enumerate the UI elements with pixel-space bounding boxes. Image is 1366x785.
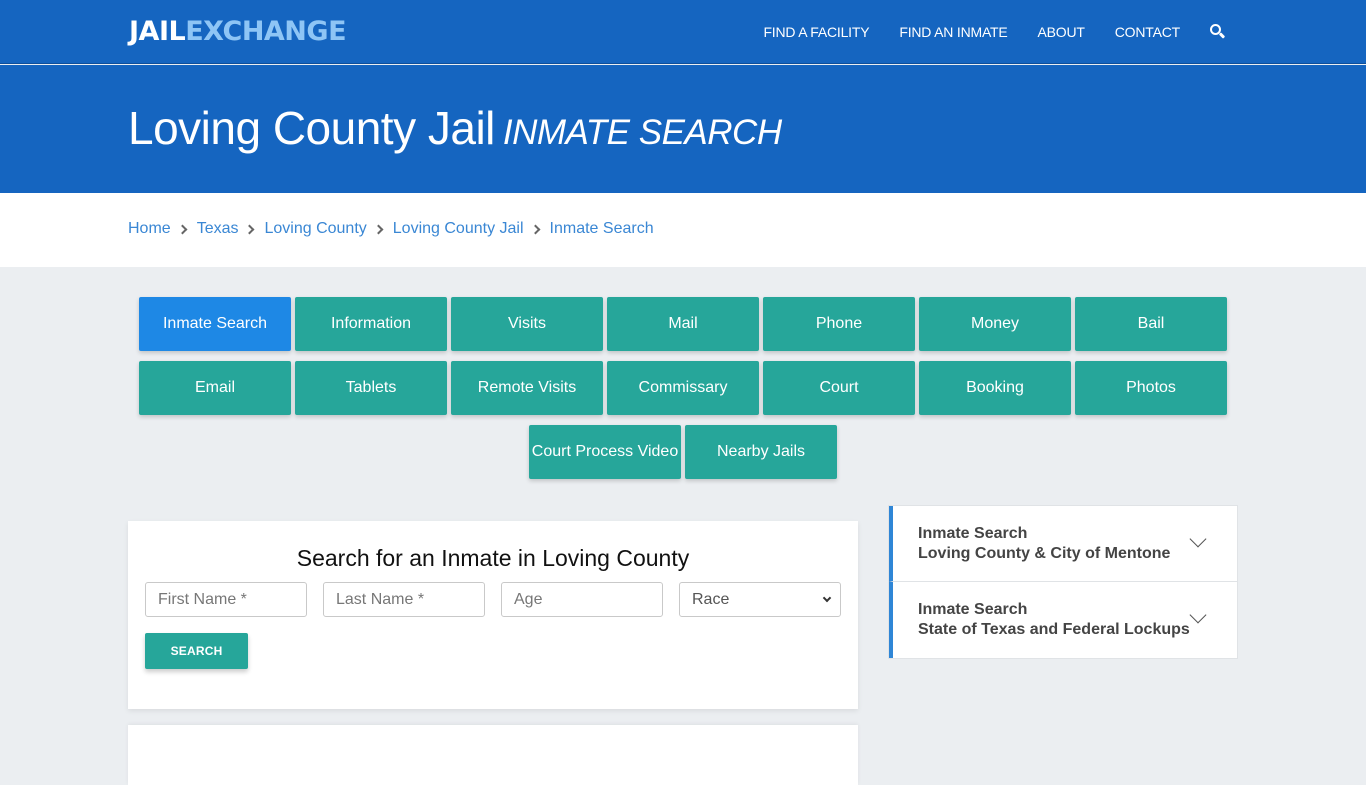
tab-photos[interactable]: Photos bbox=[1075, 361, 1227, 415]
tab-commissary[interactable]: Commissary bbox=[607, 361, 759, 415]
search-heading: Search for an Inmate in Loving County bbox=[296, 545, 690, 571]
tab-tablets[interactable]: Tablets bbox=[295, 361, 447, 415]
inmate-search-card: Search for an Inmate in Loving County Fi… bbox=[128, 521, 858, 709]
breadcrumb-bar: Home Texas Loving County Loving County J… bbox=[0, 193, 1366, 267]
tab-phone[interactable]: Phone bbox=[763, 297, 915, 351]
chevron-down-icon[interactable] bbox=[1189, 606, 1207, 624]
hero-banner: Loving County Jail INMATE SEARCH bbox=[0, 65, 1366, 193]
content-card bbox=[128, 725, 858, 785]
search-button[interactable]: SEARCH bbox=[145, 633, 248, 669]
tab-court[interactable]: Court bbox=[763, 361, 915, 415]
tab-remote-visits[interactable]: Remote Visits bbox=[451, 361, 603, 415]
tab-money[interactable]: Money bbox=[919, 297, 1071, 351]
tab-inmate-search[interactable]: Inmate Search bbox=[139, 297, 291, 351]
accordion-item-state-search[interactable]: Inmate Search State of Texas and Federal… bbox=[889, 582, 1237, 658]
tab-court-process-video[interactable]: Court Process Video bbox=[529, 425, 681, 479]
sidebar-accordion: Inmate Search Loving County & City of Me… bbox=[888, 505, 1238, 659]
race-select[interactable]: Race bbox=[679, 582, 841, 617]
chevron-down-icon bbox=[822, 593, 832, 603]
breadcrumb-texas[interactable]: Texas bbox=[197, 220, 239, 238]
nav-about[interactable]: ABOUT bbox=[1038, 24, 1085, 40]
breadcrumb-inmate-search[interactable]: Inmate Search bbox=[550, 220, 654, 238]
page-title-main: Loving County Jail bbox=[128, 102, 495, 154]
tab-nearby-jails[interactable]: Nearby Jails bbox=[685, 425, 837, 479]
accordion-item-subtitle: State of Texas and Federal Lockups bbox=[918, 621, 1190, 638]
chevron-right-icon bbox=[245, 224, 255, 234]
top-navbar: JAILEXCHANGE FIND A FACILITY FIND AN INM… bbox=[0, 0, 1366, 64]
tab-information[interactable]: Information bbox=[295, 297, 447, 351]
accordion-item-title: Inmate Search bbox=[918, 525, 1028, 542]
page-title-subtitle: INMATE SEARCH bbox=[502, 113, 782, 152]
logo-text-exchange: EXCHANGE bbox=[185, 16, 347, 47]
nav-contact[interactable]: CONTACT bbox=[1115, 24, 1180, 40]
breadcrumb: Home Texas Loving County Loving County J… bbox=[128, 220, 654, 238]
chevron-right-icon bbox=[177, 224, 188, 234]
breadcrumb-home[interactable]: Home bbox=[128, 220, 171, 238]
tab-email[interactable]: Email bbox=[139, 361, 291, 415]
nav-find-an-inmate[interactable]: FIND AN INMATE bbox=[899, 24, 1007, 40]
accordion-item-title: Inmate Search bbox=[918, 601, 1028, 618]
main-nav: FIND A FACILITY FIND AN INMATE ABOUT CON… bbox=[733, 0, 1226, 64]
race-select-value: Race bbox=[692, 590, 730, 608]
accordion-item-county-search[interactable]: Inmate Search Loving County & City of Me… bbox=[889, 506, 1237, 582]
logo-text-jail: JAIL bbox=[129, 16, 186, 47]
accordion-item-subtitle: Loving County & City of Mentone bbox=[918, 545, 1171, 562]
chevron-right-icon bbox=[530, 224, 540, 234]
nav-find-a-facility[interactable]: FIND A FACILITY bbox=[763, 24, 869, 40]
tab-visits[interactable]: Visits bbox=[451, 297, 603, 351]
last-name-input[interactable]: Last Name * bbox=[323, 582, 485, 617]
tab-booking[interactable]: Booking bbox=[919, 361, 1071, 415]
tab-bail[interactable]: Bail bbox=[1075, 297, 1227, 351]
breadcrumb-loving-county[interactable]: Loving County bbox=[264, 220, 366, 238]
age-input[interactable]: Age bbox=[501, 582, 663, 617]
first-name-input[interactable]: First Name * bbox=[145, 582, 307, 617]
page-title: Loving County Jail INMATE SEARCH bbox=[128, 101, 782, 155]
chevron-right-icon bbox=[373, 224, 384, 234]
chevron-down-icon[interactable] bbox=[1189, 530, 1207, 548]
breadcrumb-loving-county-jail[interactable]: Loving County Jail bbox=[393, 220, 524, 238]
site-logo[interactable]: JAILEXCHANGE bbox=[129, 16, 347, 47]
search-icon[interactable] bbox=[1210, 24, 1226, 40]
tab-mail[interactable]: Mail bbox=[607, 297, 759, 351]
